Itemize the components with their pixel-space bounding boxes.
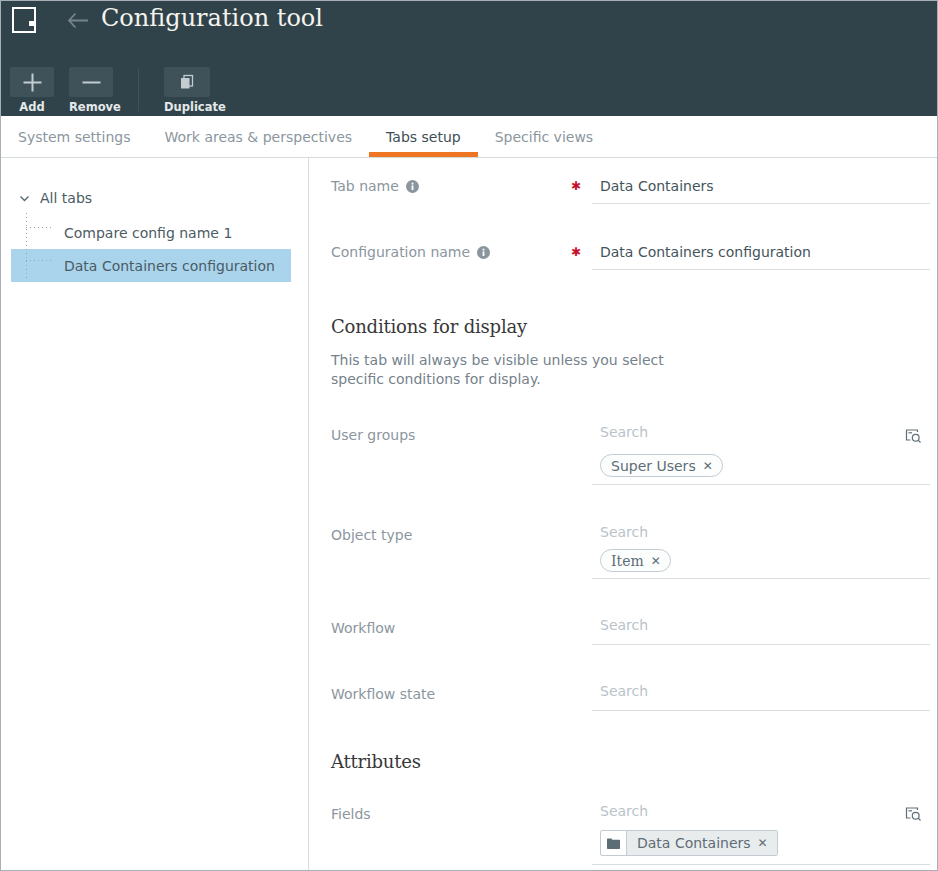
app-logo bbox=[12, 7, 36, 33]
tree-node-all-tabs[interactable]: All tabs bbox=[1, 184, 92, 212]
user-groups-search-input[interactable] bbox=[600, 424, 800, 440]
tab-bar: System settings Work areas & perspective… bbox=[1, 116, 937, 158]
chip-remove-icon[interactable]: ✕ bbox=[703, 459, 713, 473]
required-marker: ✱ bbox=[571, 179, 581, 193]
tab-specific-views[interactable]: Specific views bbox=[478, 116, 610, 157]
user-groups-label: User groups bbox=[331, 427, 415, 443]
chip-item[interactable]: Item✕ bbox=[600, 549, 671, 572]
plus-icon bbox=[10, 67, 54, 97]
conditions-description: This tab will always be visible unless y… bbox=[331, 351, 664, 389]
tree-guide-horizontal bbox=[26, 260, 54, 261]
remove-button[interactable]: Remove bbox=[69, 67, 121, 114]
configuration-name-value[interactable]: Data Containers configuration bbox=[600, 244, 811, 260]
browse-search-icon[interactable] bbox=[905, 805, 922, 826]
fields-search-input[interactable] bbox=[600, 803, 800, 819]
field-underline bbox=[592, 578, 930, 579]
chip-super-users[interactable]: Super Users✕ bbox=[600, 454, 723, 477]
tree-guide-vertical bbox=[26, 213, 27, 279]
tab-setup-form: Tab name ✱ Data Containers Configuration… bbox=[309, 158, 937, 871]
tab-system-settings[interactable]: System settings bbox=[1, 116, 148, 157]
field-underline bbox=[592, 203, 930, 204]
folder-icon bbox=[601, 831, 627, 855]
object-type-chips: Item✕ bbox=[600, 549, 671, 572]
chip-data-containers[interactable]: Data Containers✕ bbox=[600, 830, 778, 856]
configuration-tool-window: Configuration tool Add Remove Duplicate bbox=[0, 0, 938, 871]
field-underline bbox=[592, 864, 930, 865]
browse-search-icon[interactable] bbox=[905, 427, 922, 448]
chevron-down-icon[interactable] bbox=[19, 195, 30, 202]
field-underline bbox=[592, 484, 930, 485]
object-type-label: Object type bbox=[331, 527, 412, 543]
tab-work-areas-perspectives[interactable]: Work areas & perspectives bbox=[148, 116, 370, 157]
field-underline bbox=[592, 710, 930, 711]
chip-remove-icon[interactable]: ✕ bbox=[651, 554, 661, 568]
workflow-search-input[interactable] bbox=[600, 617, 800, 633]
tab-name-value[interactable]: Data Containers bbox=[600, 178, 714, 194]
tab-name-label: Tab name bbox=[331, 178, 419, 194]
field-underline bbox=[592, 269, 930, 270]
minus-icon bbox=[69, 67, 113, 97]
workflow-label: Workflow bbox=[331, 620, 395, 636]
info-icon[interactable] bbox=[477, 246, 490, 259]
active-tab-indicator bbox=[369, 152, 478, 157]
workflow-state-search-input[interactable] bbox=[600, 683, 800, 699]
app-header: Configuration tool Add Remove Duplicate bbox=[1, 1, 937, 116]
attributes-heading: Attributes bbox=[331, 751, 421, 772]
tree-item-compare-config[interactable]: Compare config name 1 bbox=[11, 216, 291, 249]
fields-chips: Data Containers✕ bbox=[600, 830, 778, 856]
required-marker: ✱ bbox=[571, 245, 581, 259]
content-area: All tabs Compare config name 1 Data Cont… bbox=[1, 158, 937, 871]
duplicate-button[interactable]: Duplicate bbox=[164, 67, 226, 114]
add-button[interactable]: Add bbox=[10, 67, 54, 114]
fields-label: Fields bbox=[331, 806, 371, 822]
configuration-name-label: Configuration name bbox=[331, 244, 490, 260]
user-groups-chips: Super Users✕ bbox=[600, 454, 723, 477]
chip-remove-icon[interactable]: ✕ bbox=[758, 836, 768, 850]
tabs-tree-sidebar: All tabs Compare config name 1 Data Cont… bbox=[1, 158, 309, 871]
conditions-heading: Conditions for display bbox=[331, 316, 527, 337]
workflow-state-label: Workflow state bbox=[331, 686, 435, 702]
duplicate-icon bbox=[164, 67, 210, 97]
tab-tabs-setup[interactable]: Tabs setup bbox=[369, 116, 478, 157]
info-icon[interactable] bbox=[406, 180, 419, 193]
tree-guide-horizontal bbox=[26, 227, 54, 228]
tree-item-data-containers[interactable]: Data Containers configuration bbox=[11, 249, 291, 282]
back-arrow-icon[interactable] bbox=[67, 12, 89, 33]
field-underline bbox=[592, 644, 930, 645]
page-title: Configuration tool bbox=[101, 4, 323, 32]
object-type-search-input[interactable] bbox=[600, 524, 800, 540]
toolbar-separator bbox=[138, 68, 139, 111]
logo-dot bbox=[29, 21, 34, 26]
